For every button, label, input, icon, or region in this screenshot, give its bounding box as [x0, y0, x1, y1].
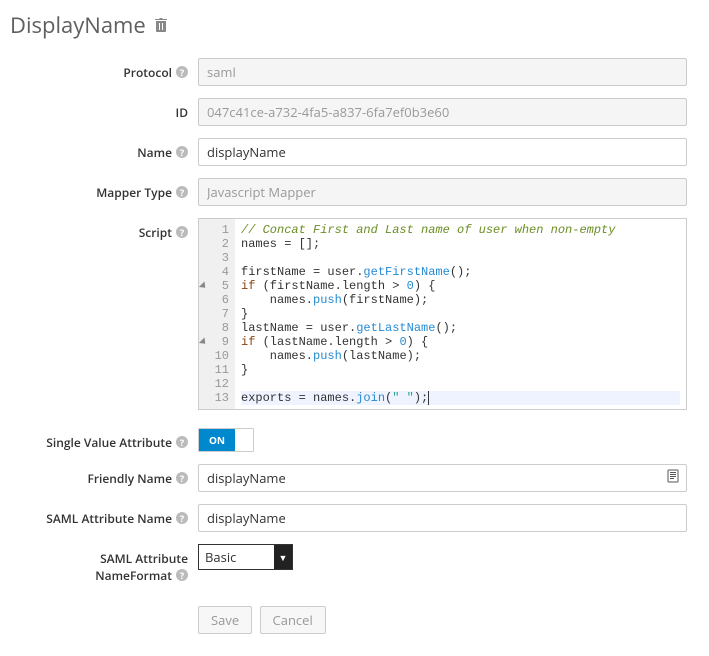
help-icon[interactable]: ? [176, 436, 188, 448]
code-line[interactable] [241, 251, 680, 265]
code-line[interactable]: names.push(lastName); [241, 349, 680, 363]
code-line[interactable]: lastName = user.getLastName(); [241, 321, 680, 335]
gutter-line: 12 [203, 377, 229, 391]
gutter-line: 8 [203, 321, 229, 335]
help-icon[interactable]: ? [176, 512, 188, 524]
help-icon[interactable]: ? [176, 66, 188, 78]
page-title: DisplayName [10, 10, 699, 40]
gutter-line: 7 [203, 307, 229, 321]
cancel-button[interactable]: Cancel [260, 606, 326, 634]
name-input[interactable] [198, 138, 687, 166]
help-icon[interactable]: ? [176, 146, 188, 158]
friendly-name-label: Friendly Name [87, 470, 172, 487]
code-line[interactable]: if (lastName.length > 0) { [241, 335, 680, 349]
mapper-type-input [198, 178, 687, 206]
gutter-line: 4 [203, 265, 229, 279]
code-line[interactable]: } [241, 363, 680, 377]
single-value-label: Single Value Attribute [46, 434, 172, 451]
key-icon [667, 469, 679, 487]
id-input [198, 98, 687, 126]
name-label: Name [137, 144, 172, 161]
saml-attr-name-input[interactable] [198, 504, 687, 532]
help-icon[interactable]: ? [176, 472, 188, 484]
help-icon[interactable]: ? [176, 186, 188, 198]
id-label: ID [176, 104, 188, 121]
editor-gutter: 12345678910111213 [199, 219, 235, 409]
code-line[interactable]: names = []; [241, 237, 680, 251]
help-icon[interactable]: ? [176, 569, 188, 581]
protocol-input [198, 58, 687, 86]
gutter-line: 9 [203, 335, 229, 349]
gutter-line: 13 [203, 391, 229, 405]
protocol-label: Protocol [123, 64, 172, 81]
code-line[interactable]: // Concat First and Last name of user wh… [241, 223, 680, 237]
toggle-knob [235, 429, 253, 451]
code-line[interactable]: names.push(firstName); [241, 293, 680, 307]
code-line[interactable]: firstName = user.getFirstName(); [241, 265, 680, 279]
editor-code[interactable]: // Concat First and Last name of user wh… [235, 219, 686, 409]
gutter-line: 5 [203, 279, 229, 293]
friendly-name-input[interactable] [198, 464, 687, 492]
gutter-line: 1 [203, 223, 229, 237]
saml-attr-name-label: SAML Attribute Name [46, 510, 172, 527]
gutter-line: 11 [203, 363, 229, 377]
gutter-line: 2 [203, 237, 229, 251]
trash-icon[interactable] [154, 17, 168, 33]
code-line[interactable] [241, 377, 680, 391]
saml-attr-format-label-1: SAML Attribute [100, 550, 188, 567]
mapper-type-label: Mapper Type [96, 184, 172, 201]
toggle-on-label: ON [199, 429, 235, 451]
chevron-down-icon: ▼ [274, 545, 292, 569]
code-line[interactable]: if (firstName.length > 0) { [241, 279, 680, 293]
script-label: Script [139, 224, 172, 241]
help-icon[interactable]: ? [176, 226, 188, 238]
gutter-line: 3 [203, 251, 229, 265]
saml-attr-format-select[interactable]: Basic ▼ [198, 544, 293, 570]
code-line[interactable]: } [241, 307, 680, 321]
code-line[interactable]: exports = names.join(" "); [241, 391, 680, 405]
select-value: Basic [199, 548, 274, 566]
single-value-toggle[interactable]: ON [198, 428, 254, 452]
gutter-line: 10 [203, 349, 229, 363]
title-text: DisplayName [10, 10, 146, 40]
gutter-line: 6 [203, 293, 229, 307]
script-editor[interactable]: 12345678910111213 // Concat First and La… [198, 218, 687, 410]
save-button[interactable]: Save [198, 606, 252, 634]
saml-attr-format-label-2: NameFormat [95, 567, 172, 584]
